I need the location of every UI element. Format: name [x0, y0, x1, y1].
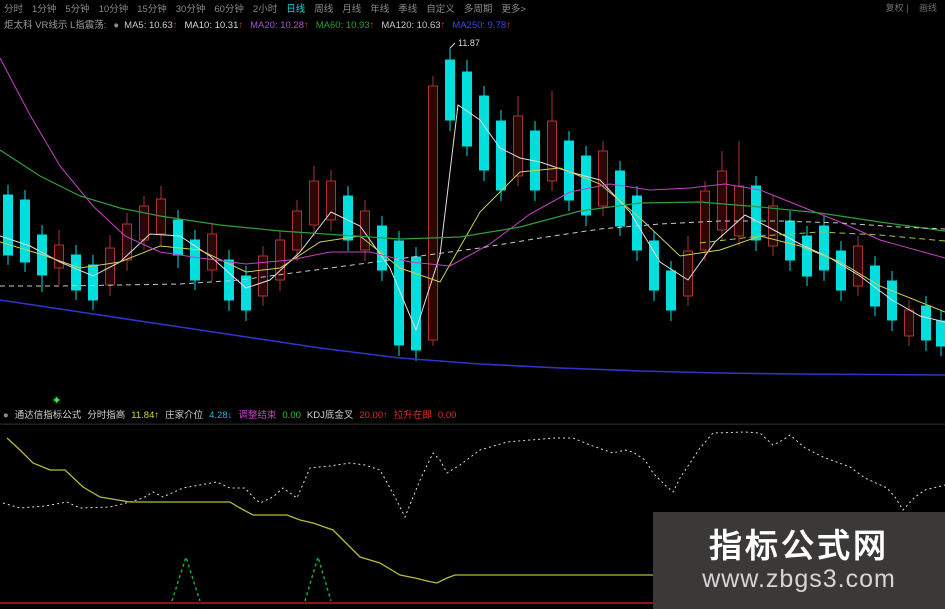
candle-body [853, 245, 863, 287]
candle-body [479, 95, 489, 171]
candle-body [513, 115, 523, 177]
watermark-title: 指标公式网 [709, 527, 889, 565]
white-indicator-line [2, 431, 945, 519]
candle-body [292, 210, 302, 251]
candle-body [802, 235, 812, 277]
watermark: 指标公式网 www.zbgs3.com [653, 512, 945, 609]
candle-body [207, 233, 217, 271]
candle-body [445, 59, 455, 121]
buy-triangle-2-line [304, 554, 332, 602]
candle-body [54, 244, 64, 269]
high-price-label: 11.87 [458, 38, 480, 48]
candle-body [598, 150, 608, 207]
candle-body [122, 223, 132, 261]
candle-body [921, 305, 931, 341]
yellow-indicator-line [6, 437, 660, 584]
candle-body [836, 250, 846, 291]
candle-body [326, 180, 336, 221]
candle-body [411, 256, 421, 351]
candle-body [870, 265, 880, 307]
candle-body [936, 320, 945, 347]
candle-body [581, 155, 591, 216]
candle-body [666, 270, 676, 311]
signal-sparkle-icon: ✦ [52, 395, 62, 407]
candle-body [377, 225, 387, 271]
candle-body [496, 120, 506, 191]
buy-triangle-1-line [171, 554, 201, 602]
candle-body [734, 185, 744, 237]
candle-body [751, 185, 761, 241]
candle-body [139, 205, 149, 241]
candle-body [904, 309, 914, 337]
candle-body [105, 247, 115, 286]
candle-body [241, 275, 251, 311]
candle-body [360, 210, 370, 251]
candle-body [343, 195, 353, 241]
high-price-pointer [449, 42, 456, 49]
candle-body [71, 254, 81, 291]
candle-body [547, 120, 557, 182]
MA250-line [0, 299, 945, 376]
candle-body [700, 190, 710, 251]
candle-body [309, 180, 319, 226]
candle-body [394, 240, 404, 346]
candle-body [649, 240, 659, 291]
candle-body [3, 194, 13, 256]
candle-body [88, 264, 98, 301]
candle-body [224, 259, 234, 301]
candle-body [173, 219, 183, 256]
candle-body [20, 199, 30, 263]
watermark-url: www.zbgs3.com [702, 564, 896, 593]
candle-body [428, 85, 438, 341]
candle-body [683, 250, 693, 297]
